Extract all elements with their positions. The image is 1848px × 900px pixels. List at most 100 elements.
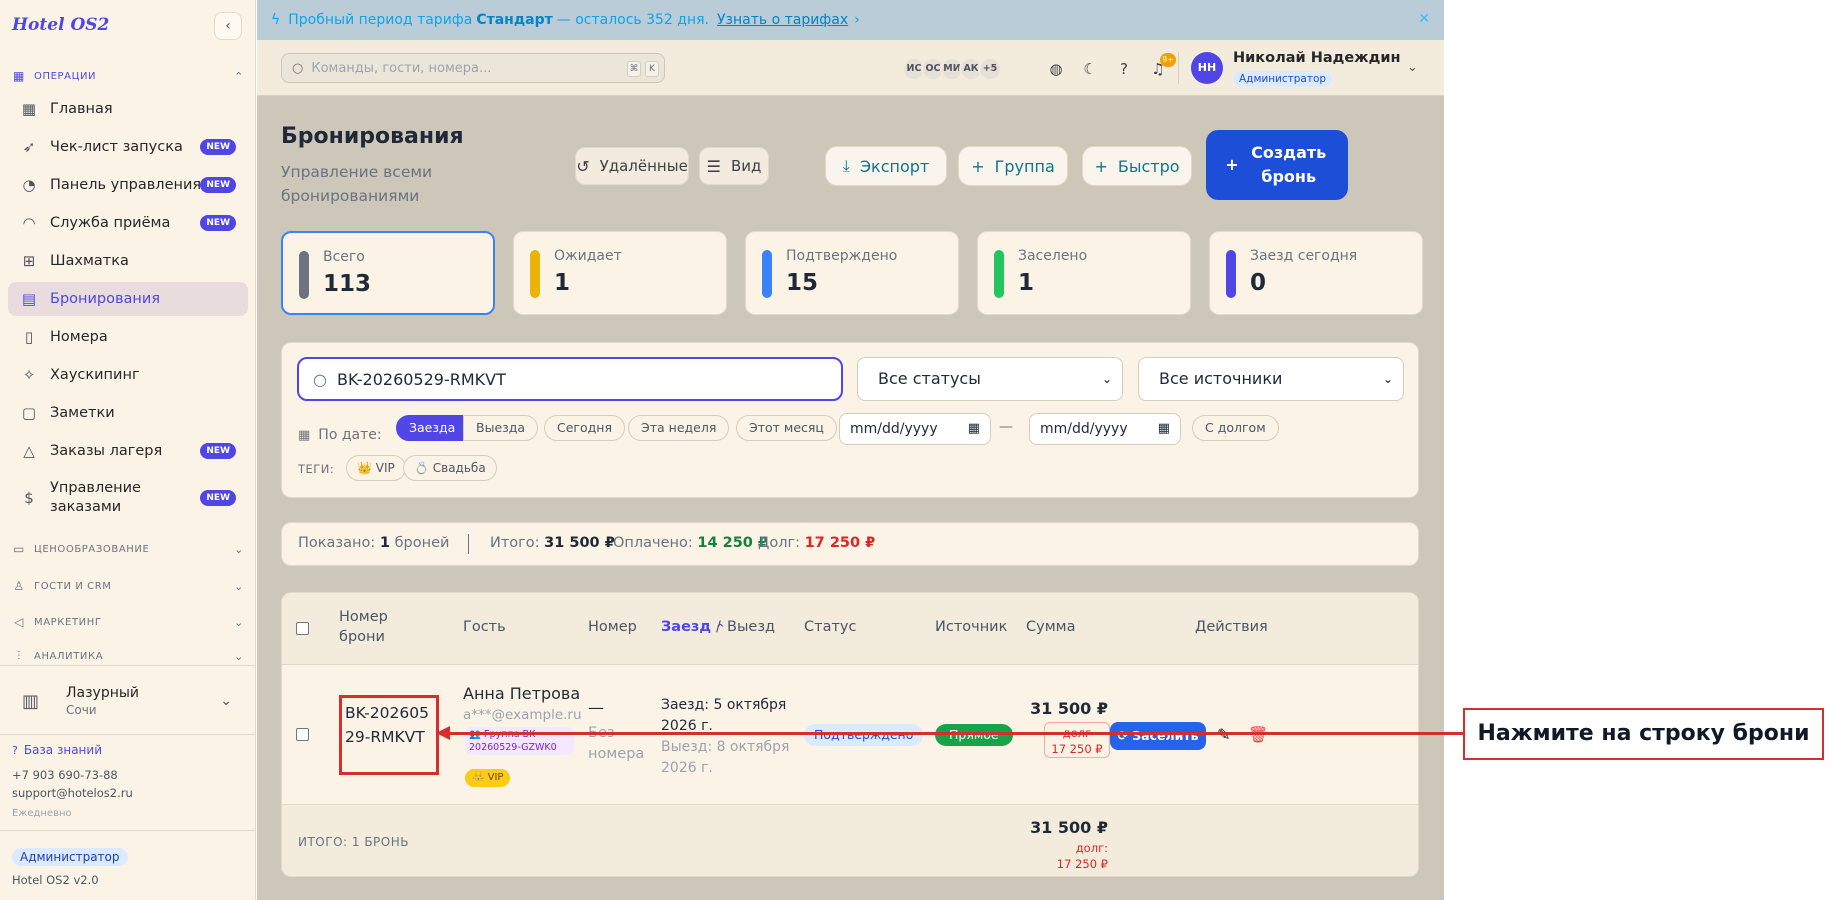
table-header: Номер брони Гость Номер Заезд ^ / Выезд …	[282, 593, 1418, 665]
filter-today[interactable]: Сегодня	[544, 415, 625, 441]
deleted-button[interactable]: ↺ Удалённые	[575, 147, 689, 185]
banner-days-left: — осталось 352 дня.	[556, 12, 709, 28]
close-icon[interactable]: ✕	[1418, 11, 1430, 27]
new-badge: NEW	[200, 139, 236, 155]
section-guests-crm[interactable]: ♙ ГОСТИ И CRM ⌄	[12, 576, 244, 596]
stat-card-arrivals-today[interactable]: Заезд сегодня 0	[1209, 231, 1423, 315]
help-icon[interactable]: ?	[1112, 57, 1136, 81]
annotation-arrow-head	[436, 726, 450, 740]
new-badge: NEW	[200, 177, 236, 193]
column-header-status[interactable]: Статус	[804, 619, 856, 635]
sidebar-item-launch-checklist[interactable]: ➶ Чек-лист запуска NEW	[8, 130, 248, 164]
shown-count: Показано: 1 броней	[298, 535, 449, 551]
label: Оплачено:	[613, 535, 693, 551]
booking-search-input[interactable]: ○ BK-20260529-RMKVT	[297, 357, 843, 401]
online-users[interactable]: ИС ОС МИ АК +5	[902, 57, 1002, 81]
sidebar-item-label: Служба приёма	[50, 215, 171, 231]
section-label: ОПЕРАЦИИ	[34, 70, 97, 82]
source-select[interactable]: Все источники ⌄	[1138, 357, 1404, 401]
role-badge: Администратор	[12, 848, 128, 866]
support-email[interactable]: support@hotelos2.ru	[12, 786, 133, 800]
pricing-link[interactable]: Узнать о тарифах	[717, 12, 848, 28]
status-select[interactable]: Все статусы ⌄	[857, 357, 1123, 401]
check-in-button[interactable]: ⟳ Заселить	[1110, 722, 1206, 750]
sidebar-item-label: Чек-лист запуска	[50, 139, 183, 155]
stat-label: Ожидает	[554, 248, 622, 264]
stat-card-checked-in[interactable]: Заселено 1	[977, 231, 1191, 315]
column-header-source[interactable]: Источник	[935, 619, 1007, 635]
date-to-input[interactable]: mm/dd/yyyy ▦	[1029, 413, 1181, 445]
group-button[interactable]: + Группа	[958, 146, 1068, 186]
building-icon: ▥	[22, 690, 40, 712]
select-value: Все источники	[1159, 369, 1283, 388]
button-label: Быстро	[1117, 156, 1180, 176]
moon-icon[interactable]: ☾	[1078, 57, 1102, 81]
value: 31 500 ₽	[544, 535, 615, 551]
section-analytics[interactable]: ⫶ АНАЛИТИКА ⌄	[12, 649, 244, 663]
guest-email: a***@example.ru	[463, 707, 582, 723]
collapse-sidebar-button[interactable]: ‹	[214, 12, 242, 40]
date-mode-checkin[interactable]: Заезда	[396, 415, 469, 441]
sidebar-item-chessboard[interactable]: ⊞ Шахматка	[8, 244, 248, 278]
sidebar-item-home[interactable]: ▦ Главная	[8, 92, 248, 126]
row-checkbox[interactable]	[296, 728, 309, 741]
brand-logo[interactable]: Hotel OS2	[12, 15, 109, 35]
filter-this-month[interactable]: Этот месяц	[736, 415, 837, 441]
bell-icon[interactable]: ♫ 9+	[1146, 53, 1176, 81]
column-header-number[interactable]: Номер брони	[339, 607, 409, 647]
stat-card-confirmed[interactable]: Подтверждено 15	[745, 231, 959, 315]
column-header-room[interactable]: Номер	[588, 619, 637, 635]
sidebar-item-notes[interactable]: ▢ Заметки	[8, 396, 248, 430]
trial-banner: ϟ Пробный период тарифа Стандарт — остал…	[257, 0, 1444, 40]
gauge-icon: ◔	[22, 176, 36, 194]
palette-icon[interactable]: ◍	[1044, 57, 1068, 81]
booking-number[interactable]: BK-20260529-RMKVT	[339, 695, 439, 775]
section-marketing[interactable]: ◁ МАРКЕТИНГ ⌄	[12, 612, 244, 632]
hotel-switcher[interactable]: ▥ Лазурный Сочи ⌄	[12, 676, 244, 726]
notification-count: 9+	[1160, 53, 1176, 67]
date-from-input[interactable]: mm/dd/yyyy ▦	[839, 413, 991, 445]
user-avatar[interactable]: НН	[1191, 52, 1223, 84]
view-button[interactable]: ☰ Вид	[699, 147, 769, 185]
stat-card-pending[interactable]: Ожидает 1	[513, 231, 727, 315]
column-header-guest[interactable]: Гость	[463, 619, 506, 635]
support-phone[interactable]: +7 903 690-73-88	[12, 768, 118, 782]
section-operations[interactable]: ▦ ОПЕРАЦИИ ⌃	[12, 66, 244, 86]
date-mode-checkout[interactable]: Выезда	[463, 415, 539, 441]
button-label: Вид	[730, 157, 762, 175]
sidebar-item-camp-orders[interactable]: △ Заказы лагеря NEW	[8, 434, 248, 468]
sidebar-item-control-panel[interactable]: ◔ Панель управления NEW	[8, 168, 248, 202]
knowledge-base-link[interactable]: ? База знаний	[12, 743, 102, 757]
section-pricing[interactable]: ▭ ЦЕНООБРАЗОВАНИЕ ⌄	[12, 539, 244, 559]
sidebar-item-order-management[interactable]: $ Управление заказами NEW	[8, 476, 248, 520]
filter-this-week[interactable]: Эта неделя	[628, 415, 730, 441]
sidebar-item-front-desk[interactable]: ◠ Служба приёма NEW	[8, 206, 248, 240]
tag-wedding[interactable]: 💍 Свадьба	[403, 455, 497, 481]
column-header-sum[interactable]: Сумма	[1026, 619, 1075, 635]
plus-icon: +	[1094, 156, 1108, 176]
select-all-checkbox[interactable]	[296, 622, 309, 635]
filter-with-debt[interactable]: С долгом	[1192, 415, 1279, 441]
label: броней	[394, 535, 450, 551]
table-row[interactable]: BK-20260529-RMKVT Анна Петрова a***@exam…	[282, 665, 1418, 805]
stat-card-total[interactable]: Всего 113	[281, 231, 495, 315]
command-search-input[interactable]: ○ Команды, гости, номера... ⌘ K	[281, 53, 665, 83]
sidebar-item-label: Главная	[50, 101, 113, 117]
column-header-checkout[interactable]: Выезд	[727, 619, 775, 635]
sidebar-item-rooms[interactable]: ▯ Номера	[8, 320, 248, 354]
guest-name[interactable]: Анна Петрова	[463, 684, 580, 703]
chevron-down-icon[interactable]: ⌄	[1407, 60, 1418, 75]
chevron-down-icon: ⌄	[234, 615, 244, 629]
sidebar-item-bookings[interactable]: ▤ Бронирования	[8, 282, 248, 316]
create-booking-button[interactable]: + Создать бронь	[1206, 130, 1348, 200]
tag-vip[interactable]: 👑 VIP	[346, 455, 406, 481]
quick-button[interactable]: + Быстро	[1082, 146, 1192, 186]
new-badge: NEW	[200, 490, 236, 506]
sidebar-item-housekeeping[interactable]: ✧ Хаускипинг	[8, 358, 248, 392]
column-header-checkin[interactable]: Заезд ^	[661, 619, 725, 635]
footer-amount: 31 500 ₽	[1030, 818, 1108, 837]
main-content: ϟ Пробный период тарифа Стандарт — остал…	[257, 0, 1444, 900]
export-button[interactable]: ⤓ Экспорт	[825, 146, 947, 186]
user-name[interactable]: Николай Надеждин	[1233, 50, 1401, 66]
dashboard-icon: ▦	[21, 100, 37, 118]
